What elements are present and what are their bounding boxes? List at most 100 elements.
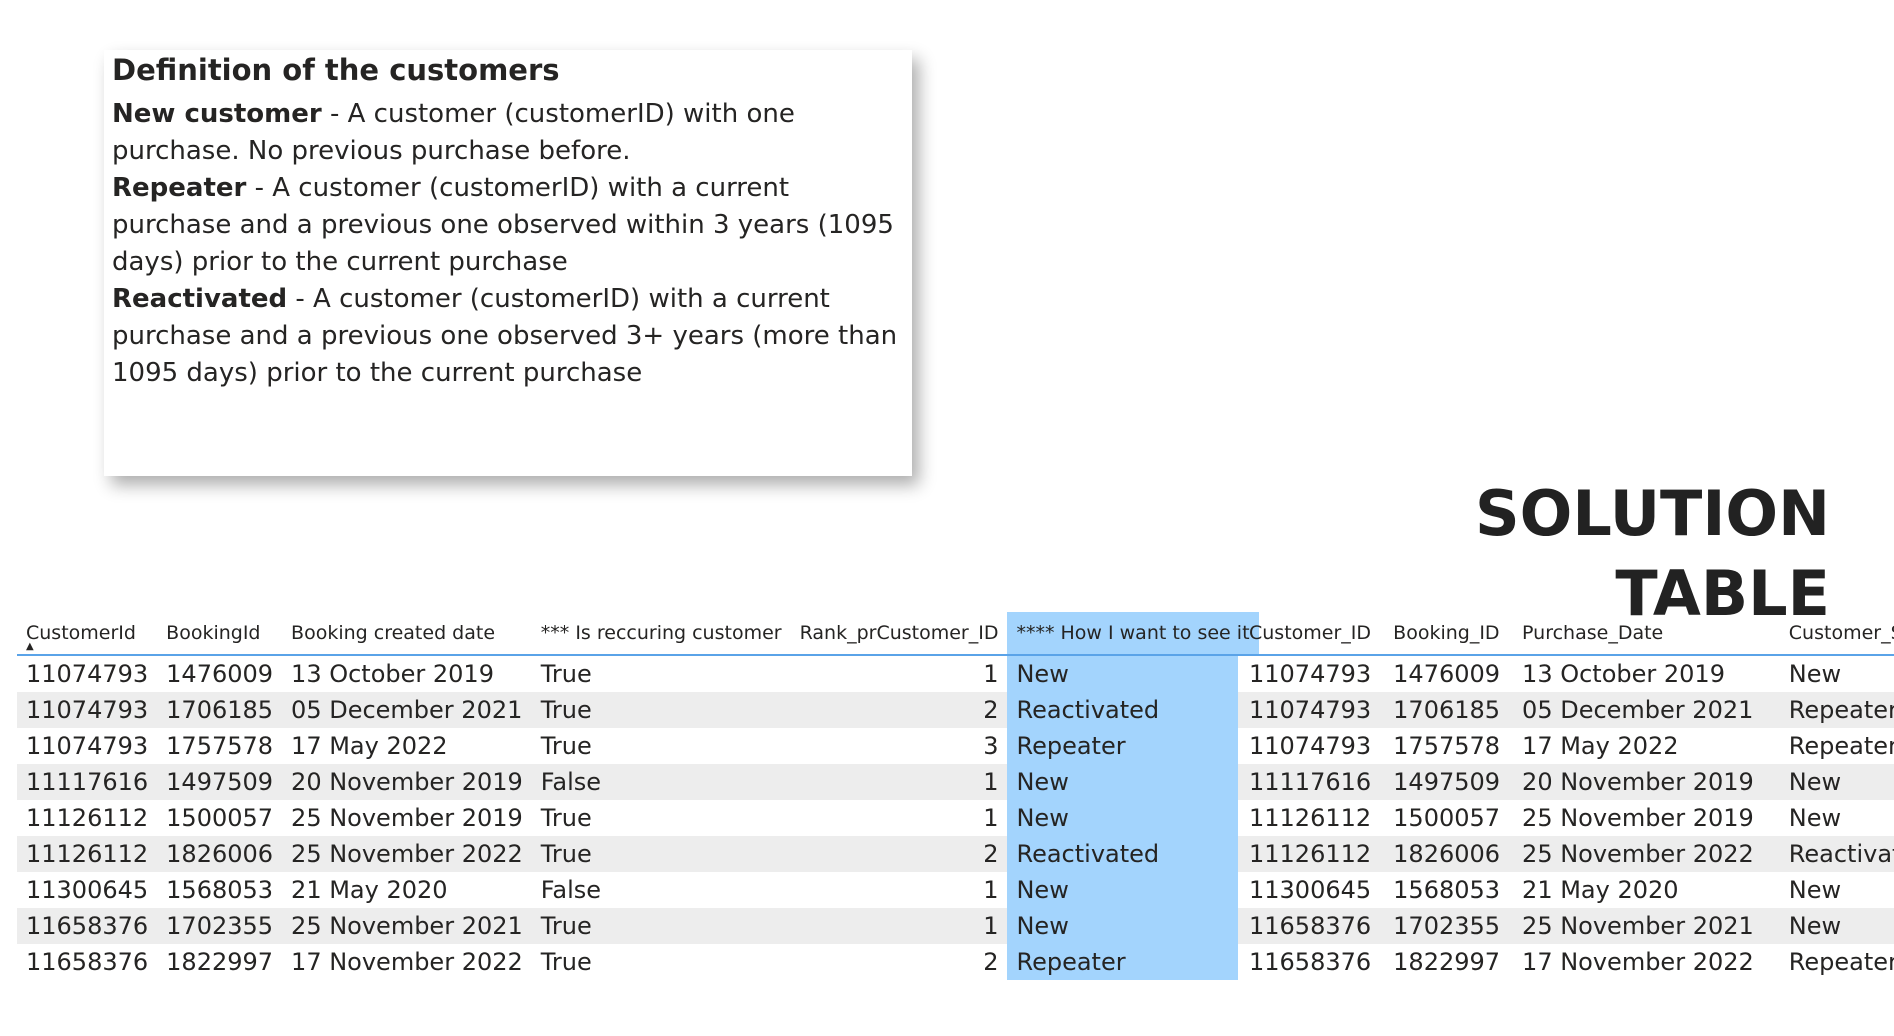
cell-customer-id: 11658376 (1238, 908, 1383, 944)
cell-is-recurring: True (531, 692, 791, 728)
table-row: 11126112 1500057 25 November 2019 New (1238, 800, 1894, 836)
cell-customer-id: 11658376 (1238, 944, 1383, 980)
definition-reactivated: Reactivated - A customer (customerID) wi… (112, 281, 904, 392)
definition-card: Definition of the customers New customer… (104, 50, 912, 476)
cell-rank: 2 (790, 944, 1008, 980)
table-row: 11117616 1497509 20 November 2019 False 1 New (17, 764, 1259, 800)
cell-customerid: 11658376 (17, 908, 158, 944)
definition-term: New customer (112, 99, 322, 129)
cell-is-recurring: False (531, 872, 791, 908)
column-header-booking-id[interactable]: Booking_ID (1382, 612, 1512, 656)
cell-purchase-date: 17 November 2022 (1511, 944, 1765, 980)
table-row: 11300645 1568053 21 May 2020 False 1 New (17, 872, 1259, 908)
cell-customer-id: 11126112 (1238, 800, 1383, 836)
cell-booking-date: 17 November 2022 (282, 944, 532, 980)
table-row: 11126112 1826006 25 November 2022 True 2 Reac… (17, 836, 1259, 872)
cell-booking-date: 17 May 2022 (282, 728, 532, 764)
cell-how-i-want-to-see-it: Reactivated (1007, 836, 1259, 872)
cell-customerid: 11300645 (17, 872, 158, 908)
cell-booking-id: 1476009 (1382, 655, 1512, 692)
table-row: 11074793 1706185 05 December 2021 True 2 Reac… (17, 692, 1259, 728)
table-row: 11074793 1757578 17 May 2022 True 3 Repeater (17, 728, 1259, 764)
cell-booking-id: 1702355 (1382, 908, 1512, 944)
cell-how-i-want-to-see-it: New (1007, 872, 1259, 908)
cell-how-i-want-to-see-it: Repeater (1007, 728, 1259, 764)
cell-customer-id: 11074793 (1238, 692, 1383, 728)
cell-customer-status: New (1764, 872, 1894, 908)
cell-booking-date: 21 May 2020 (282, 872, 532, 908)
cell-booking-date: 25 November 2021 (282, 908, 532, 944)
solution-table: Customer_ID Booking_ID Purchase_Date Cus… (1238, 612, 1894, 980)
column-header-customer-status[interactable]: Customer_Status (1764, 612, 1894, 656)
working-table: CustomerId ▲ BookingId Booking created da… (17, 612, 1259, 980)
cell-booking-date: 20 November 2019 (282, 764, 532, 800)
column-header-purchase-date[interactable]: Purchase_Date (1511, 612, 1765, 656)
cell-booking-id: 1500057 (1382, 800, 1512, 836)
cell-bookingid: 1568053 (157, 872, 283, 908)
table-row: 11658376 1702355 25 November 2021 New (1238, 908, 1894, 944)
cell-purchase-date: 05 December 2021 (1511, 692, 1765, 728)
cell-rank: 3 (790, 728, 1008, 764)
column-header-bookingid[interactable]: BookingId (157, 612, 283, 656)
cell-customer-id: 11117616 (1238, 764, 1383, 800)
cell-how-i-want-to-see-it: New (1007, 655, 1259, 692)
table-row: 11074793 1476009 13 October 2019 True 1 New (17, 655, 1259, 692)
cell-bookingid: 1826006 (157, 836, 283, 872)
cell-booking-id: 1706185 (1382, 692, 1512, 728)
cell-rank: 1 (790, 872, 1008, 908)
cell-rank: 1 (790, 908, 1008, 944)
column-header-customer-id[interactable]: Customer_ID (1238, 612, 1383, 656)
cell-booking-date: 25 November 2022 (282, 836, 532, 872)
cell-customerid: 11658376 (17, 944, 158, 980)
column-header-is-recurring-customer[interactable]: *** Is reccuring customer (531, 612, 791, 656)
column-header-customerid[interactable]: CustomerId ▲ (17, 612, 158, 656)
cell-customer-status: New (1764, 800, 1894, 836)
cell-customerid: 11126112 (17, 836, 158, 872)
cell-purchase-date: 21 May 2020 (1511, 872, 1765, 908)
cell-customer-status: Reactivated (1764, 836, 1894, 872)
cell-rank: 2 (790, 836, 1008, 872)
cell-customerid: 11074793 (17, 692, 158, 728)
cell-customerid: 11117616 (17, 764, 158, 800)
column-header-booking-created-date[interactable]: Booking created date (282, 612, 532, 656)
cell-customer-status: Repeater (1764, 692, 1894, 728)
cell-bookingid: 1500057 (157, 800, 283, 836)
cell-how-i-want-to-see-it: New (1007, 764, 1259, 800)
cell-customer-id: 11074793 (1238, 655, 1383, 692)
cell-rank: 1 (790, 800, 1008, 836)
cell-bookingid: 1476009 (157, 655, 283, 692)
sort-ascending-icon[interactable]: ▲ (26, 642, 34, 652)
cell-is-recurring: True (531, 908, 791, 944)
cell-customerid: 11126112 (17, 800, 158, 836)
cell-booking-id: 1497509 (1382, 764, 1512, 800)
column-header-label: CustomerId (26, 622, 136, 644)
cell-customer-id: 11126112 (1238, 836, 1383, 872)
cell-customer-id: 11074793 (1238, 728, 1383, 764)
cell-purchase-date: 17 May 2022 (1511, 728, 1765, 764)
column-header-how-i-want-to-see-it[interactable]: **** How I want to see it (1007, 612, 1259, 656)
definition-repeater: Repeater - A customer (customerID) with … (112, 170, 904, 281)
table-row: 11300645 1568053 21 May 2020 New (1238, 872, 1894, 908)
cell-customerid: 11074793 (17, 728, 158, 764)
cell-is-recurring: True (531, 944, 791, 980)
table-row: 11074793 1476009 13 October 2019 New (1238, 655, 1894, 692)
table-row: 11658376 1822997 17 November 2022 Repeater (1238, 944, 1894, 980)
cell-how-i-want-to-see-it: Reactivated (1007, 692, 1259, 728)
cell-booking-id: 1568053 (1382, 872, 1512, 908)
working-table-header-row: CustomerId ▲ BookingId Booking created da… (17, 612, 1259, 656)
cell-customer-status: New (1764, 908, 1894, 944)
cell-booking-id: 1757578 (1382, 728, 1512, 764)
cell-booking-date: 13 October 2019 (282, 655, 532, 692)
cell-bookingid: 1702355 (157, 908, 283, 944)
cell-bookingid: 1822997 (157, 944, 283, 980)
cell-booking-id: 1826006 (1382, 836, 1512, 872)
cell-booking-date: 05 December 2021 (282, 692, 532, 728)
column-header-rank[interactable]: Rank_prCustomer_ID (790, 612, 1008, 656)
cell-rank: 1 (790, 764, 1008, 800)
table-row: 11658376 1822997 17 November 2022 True 2 Repe… (17, 944, 1259, 980)
definition-body: New customer - A customer (customerID) w… (112, 96, 904, 392)
table-row: 11658376 1702355 25 November 2021 True 1 New (17, 908, 1259, 944)
solution-table-title: SOLUTION TABLE (1475, 477, 1830, 630)
cell-is-recurring: True (531, 800, 791, 836)
cell-bookingid: 1497509 (157, 764, 283, 800)
